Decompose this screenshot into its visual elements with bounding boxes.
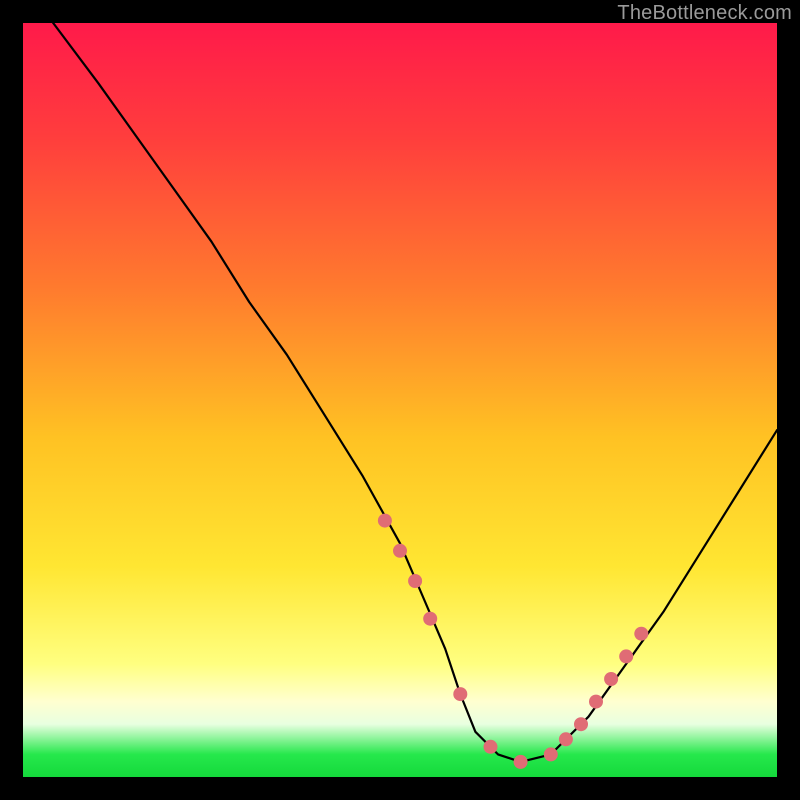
highlight-point: [408, 574, 422, 588]
highlight-point: [544, 747, 558, 761]
highlight-point: [514, 755, 528, 769]
highlight-point: [574, 717, 588, 731]
plot-area: [23, 23, 777, 777]
highlight-point: [378, 514, 392, 528]
chart-svg: [23, 23, 777, 777]
watermark-text: TheBottleneck.com: [617, 2, 792, 25]
highlight-point: [559, 732, 573, 746]
highlight-markers: [378, 514, 648, 769]
chart-stage: TheBottleneck.com: [0, 0, 800, 800]
highlight-point: [453, 687, 467, 701]
highlight-point: [619, 649, 633, 663]
highlight-point: [393, 544, 407, 558]
bottleneck-curve: [53, 23, 777, 762]
highlight-point: [604, 672, 618, 686]
highlight-point: [589, 695, 603, 709]
highlight-point: [484, 740, 498, 754]
highlight-point: [634, 627, 648, 641]
highlight-point: [423, 612, 437, 626]
